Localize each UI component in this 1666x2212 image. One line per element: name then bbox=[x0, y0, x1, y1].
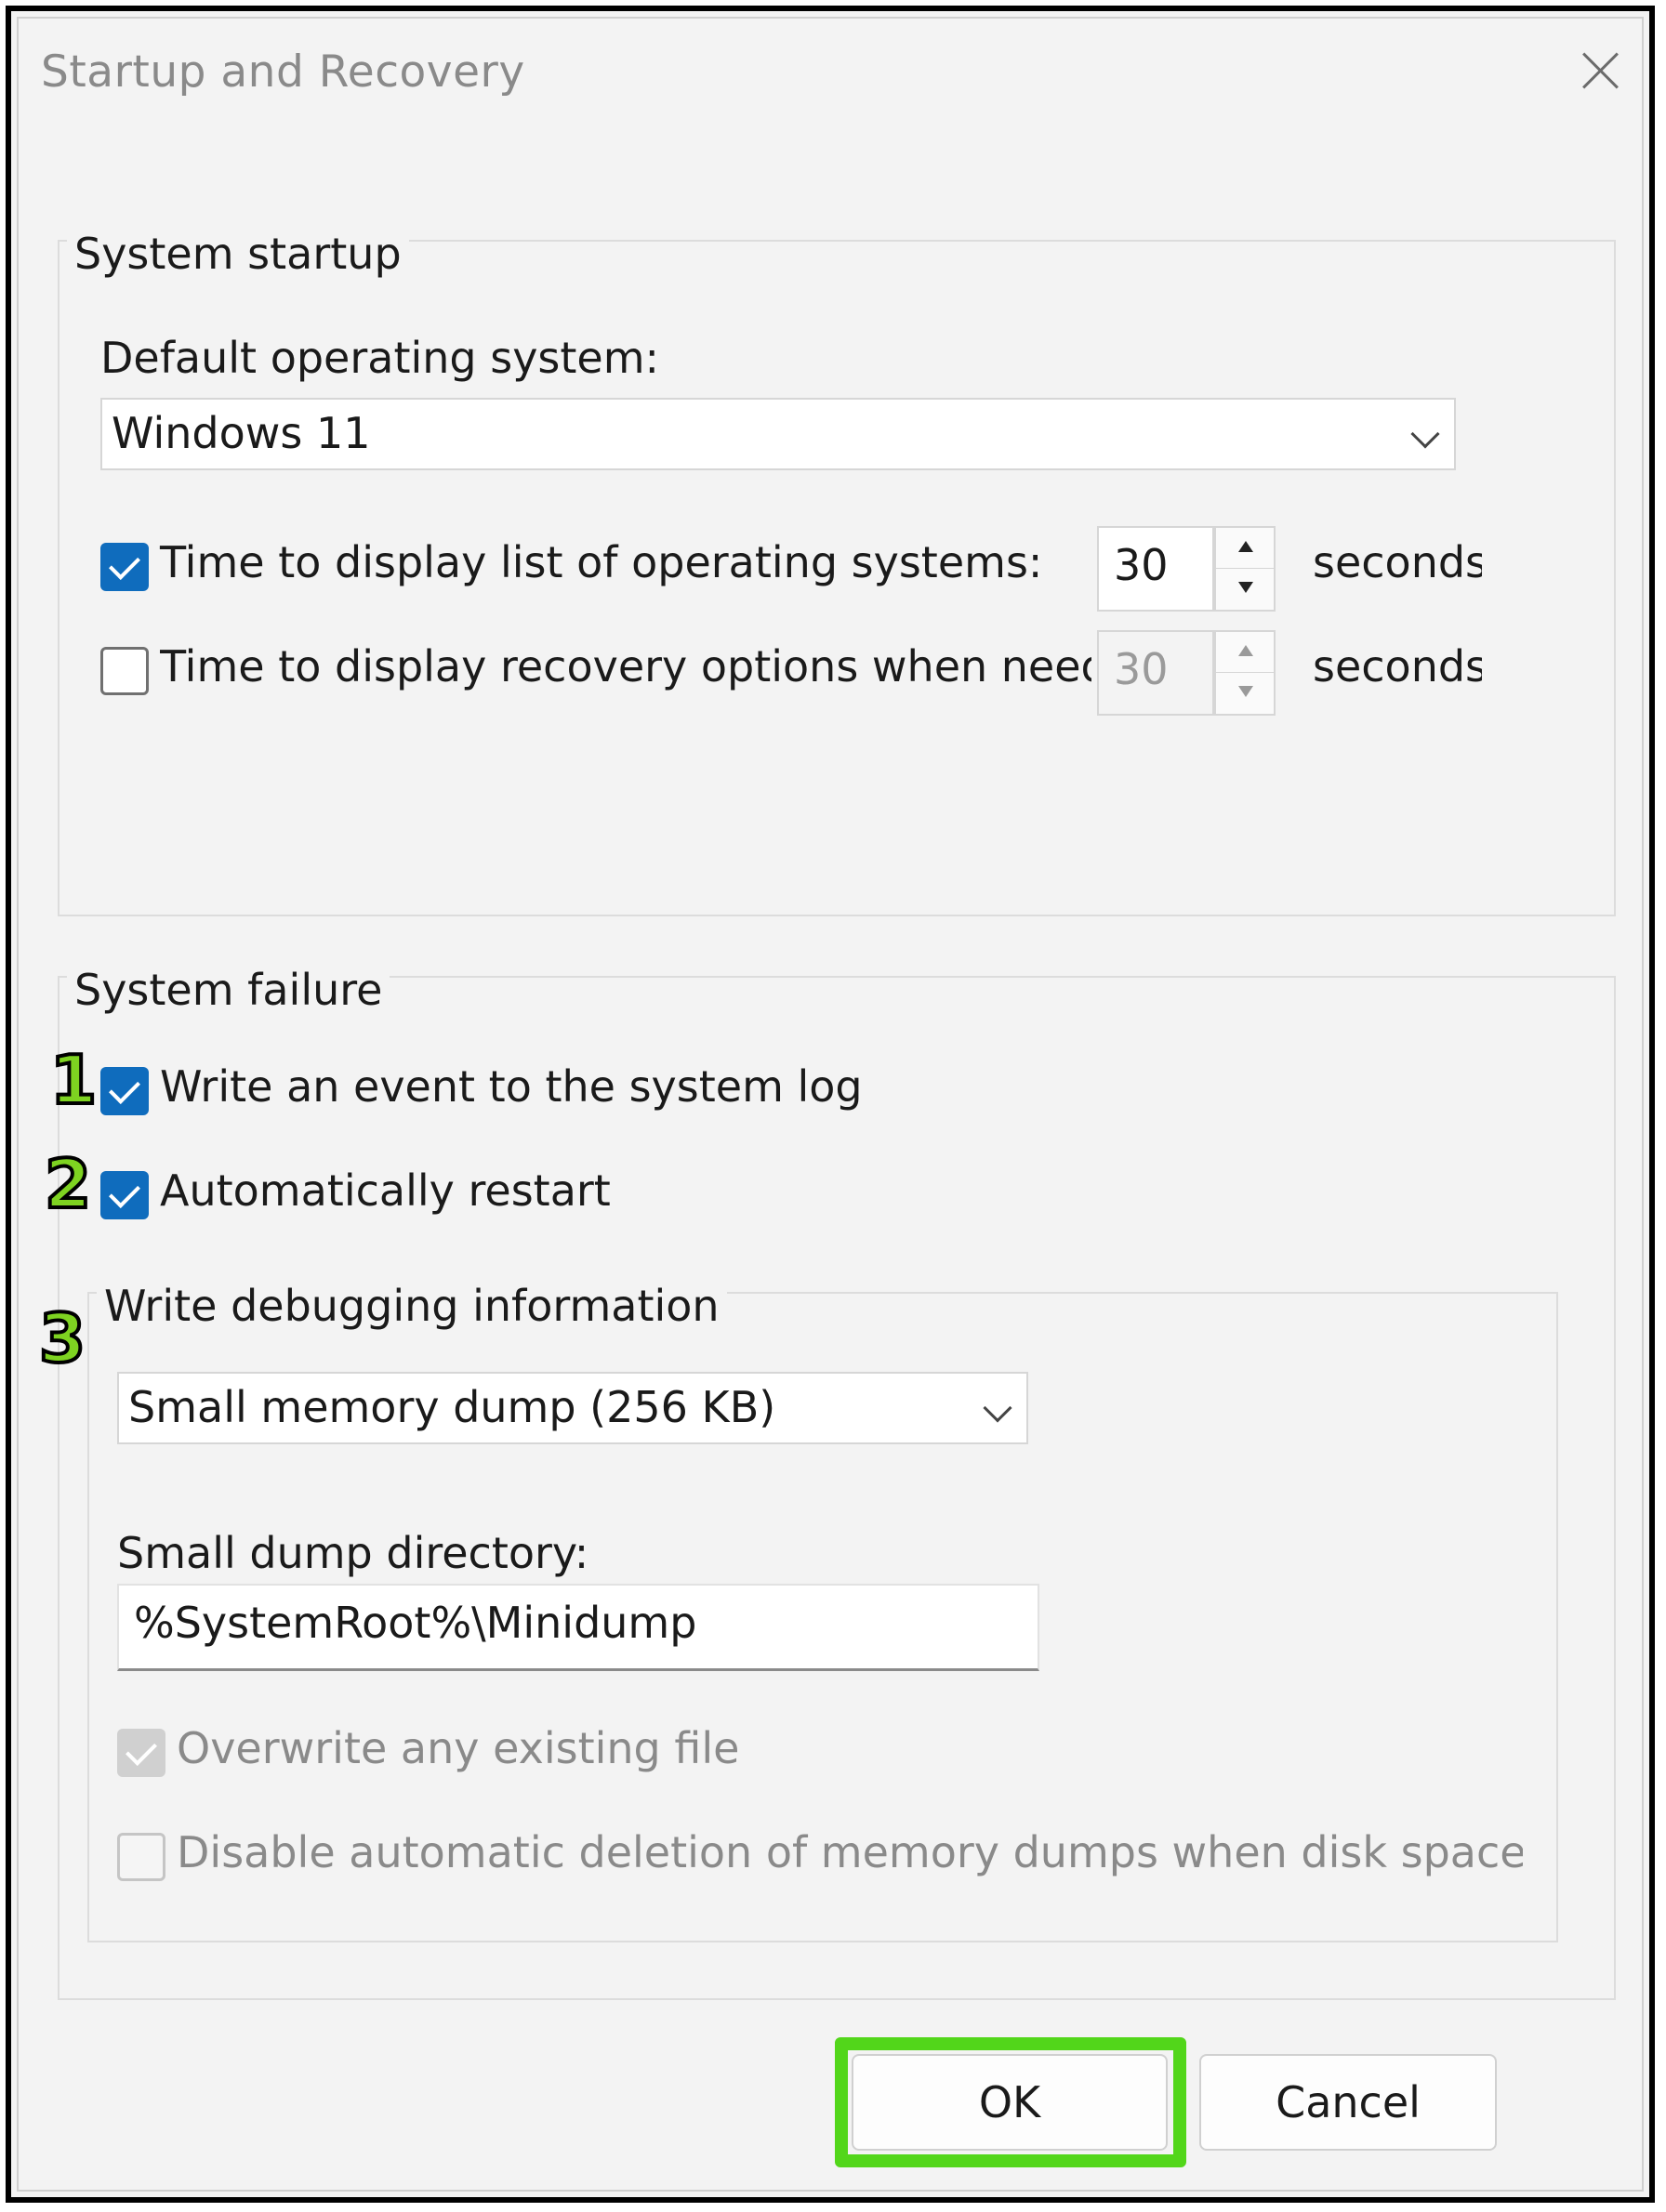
display-list-seconds-input[interactable]: 30 bbox=[1097, 526, 1214, 612]
display-recovery-spinner[interactable] bbox=[1214, 630, 1276, 716]
display-list-spinner[interactable] bbox=[1214, 526, 1276, 612]
check-icon bbox=[109, 1073, 140, 1104]
disable-deletion-label: Disable automatic deletion of memory dum… bbox=[177, 1827, 1523, 1877]
check-icon bbox=[109, 1177, 140, 1208]
spin-down-button[interactable] bbox=[1216, 569, 1274, 610]
spin-up-button[interactable] bbox=[1216, 632, 1274, 673]
close-icon[interactable] bbox=[1573, 43, 1629, 99]
display-list-unit: seconds bbox=[1313, 537, 1482, 587]
display-list-label: Time to display list of operating system… bbox=[160, 537, 1043, 587]
system-startup-label: System startup bbox=[67, 229, 409, 279]
overwrite-label: Overwrite any existing file bbox=[177, 1723, 740, 1773]
spin-down-button[interactable] bbox=[1216, 673, 1274, 714]
check-icon bbox=[109, 548, 140, 580]
dump-type-value: Small memory dump (256 KB) bbox=[128, 1382, 776, 1432]
chevron-down-icon bbox=[983, 1393, 1012, 1423]
display-recovery-seconds-input[interactable]: 30 bbox=[1097, 630, 1214, 716]
overwrite-checkbox[interactable] bbox=[117, 1729, 165, 1777]
display-recovery-checkbox[interactable] bbox=[100, 647, 149, 695]
spin-up-button[interactable] bbox=[1216, 528, 1274, 569]
ok-button-highlight bbox=[835, 2037, 1186, 2167]
dialog-title: Startup and Recovery bbox=[41, 46, 525, 98]
debug-info-label: Write debugging information bbox=[97, 1281, 727, 1331]
arrow-down-icon bbox=[1238, 582, 1253, 593]
display-recovery-label: Time to display recovery options when ne… bbox=[160, 641, 1091, 691]
dump-type-select[interactable]: Small memory dump (256 KB) bbox=[117, 1372, 1028, 1444]
dump-dir-input[interactable]: %SystemRoot%\Minidump bbox=[117, 1584, 1039, 1671]
auto-restart-label: Automatically restart bbox=[160, 1165, 611, 1216]
write-event-checkbox[interactable] bbox=[100, 1067, 149, 1115]
check-icon bbox=[126, 1734, 157, 1766]
chevron-down-icon bbox=[1410, 419, 1440, 449]
arrow-up-icon bbox=[1238, 541, 1253, 552]
dump-dir-label: Small dump directory: bbox=[117, 1528, 589, 1578]
cancel-button[interactable]: Cancel bbox=[1199, 2054, 1497, 2151]
step-3-annotation: 3 bbox=[37, 1297, 87, 1379]
default-os-select[interactable]: Windows 11 bbox=[100, 398, 1456, 470]
arrow-down-icon bbox=[1238, 686, 1253, 697]
default-os-label: Default operating system: bbox=[100, 333, 660, 383]
system-failure-label: System failure bbox=[67, 965, 390, 1015]
disable-deletion-checkbox[interactable] bbox=[117, 1833, 165, 1881]
startup-recovery-dialog: Startup and Recovery System startup Defa… bbox=[17, 17, 1644, 2192]
arrow-up-icon bbox=[1238, 645, 1253, 656]
auto-restart-checkbox[interactable] bbox=[100, 1171, 149, 1219]
default-os-value: Windows 11 bbox=[112, 408, 371, 458]
display-recovery-unit: seconds bbox=[1313, 641, 1482, 691]
display-list-checkbox[interactable] bbox=[100, 543, 149, 591]
step-1-annotation: 1 bbox=[48, 1039, 99, 1121]
step-2-annotation: 2 bbox=[43, 1143, 93, 1225]
write-event-label: Write an event to the system log bbox=[160, 1061, 863, 1112]
